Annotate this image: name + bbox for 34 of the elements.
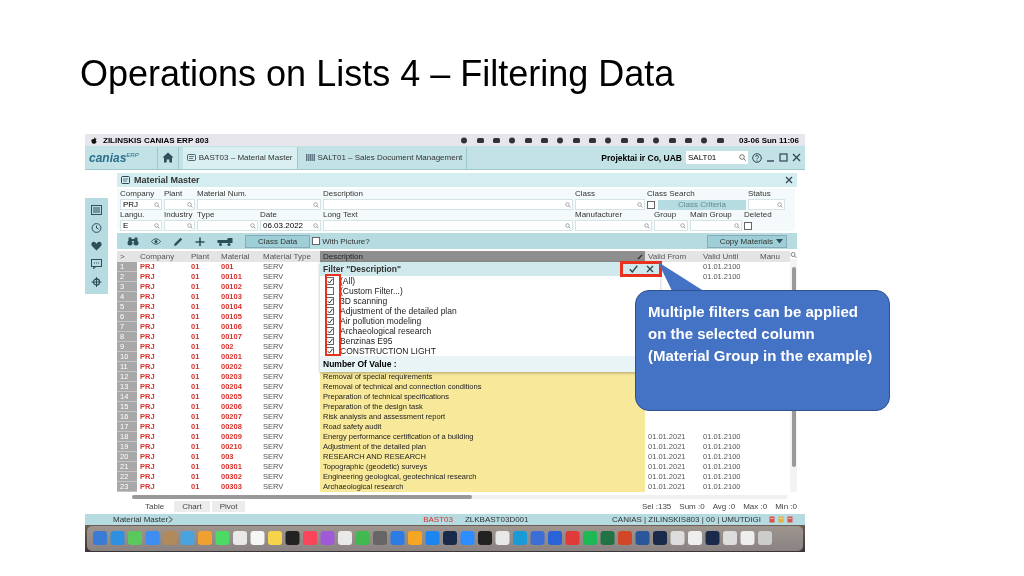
- clock: 03-06 Sun 11:06: [738, 135, 799, 145]
- summary-value: Max :0: [743, 502, 768, 511]
- slide-title: Operations on Lists 4 – Filtering Data: [80, 54, 675, 94]
- field-label: Group: [654, 210, 677, 220]
- field-label: Class Search: [647, 189, 695, 199]
- company-name: Projektai ir Co, UAB: [601, 152, 682, 163]
- logo: canias$^{ERP}$: [89, 150, 139, 165]
- callout-tooltip: Multiple filters can be applied on the selected column (Material Group in the example): [635, 290, 890, 411]
- field-label: Main Group: [690, 210, 732, 220]
- app-name: ZILINSKIS CANIAS ERP 803: [103, 135, 209, 145]
- panel-title: Material Master: [134, 175, 200, 185]
- field-label: Class: [575, 189, 595, 199]
- field-label: Deleted: [744, 210, 772, 220]
- field-label: Plant: [164, 189, 183, 199]
- field-label: Status: [748, 189, 771, 199]
- field-label: Type: [197, 210, 215, 220]
- screen-name: Material Master: [113, 515, 169, 524]
- field-label: Company: [120, 189, 155, 199]
- session-info: CANIAS | ZILINSKIS803 | 00 | UMUTDIGI: [612, 515, 761, 524]
- checkbox-label: With Picture?: [322, 236, 370, 246]
- field-label: Long Text: [323, 210, 358, 220]
- field-label: Manufacturer: [575, 210, 623, 220]
- summary-value: Min :0: [775, 502, 797, 511]
- summary-value: Avg :0: [712, 502, 736, 511]
- filter-title: Filter "Description": [323, 264, 401, 274]
- field-label: Date: [260, 210, 277, 220]
- field-label: Langu.: [120, 210, 145, 220]
- field-label: Industry: [164, 210, 193, 220]
- summary-value: Sel :135: [641, 502, 672, 511]
- screen-code: ZLKBAST03D001: [464, 515, 529, 524]
- summary-value: Sum :0: [679, 502, 705, 511]
- program-code: BAST03: [423, 515, 453, 524]
- field-label: Description: [323, 189, 363, 199]
- field-label: Material Num.: [197, 189, 247, 199]
